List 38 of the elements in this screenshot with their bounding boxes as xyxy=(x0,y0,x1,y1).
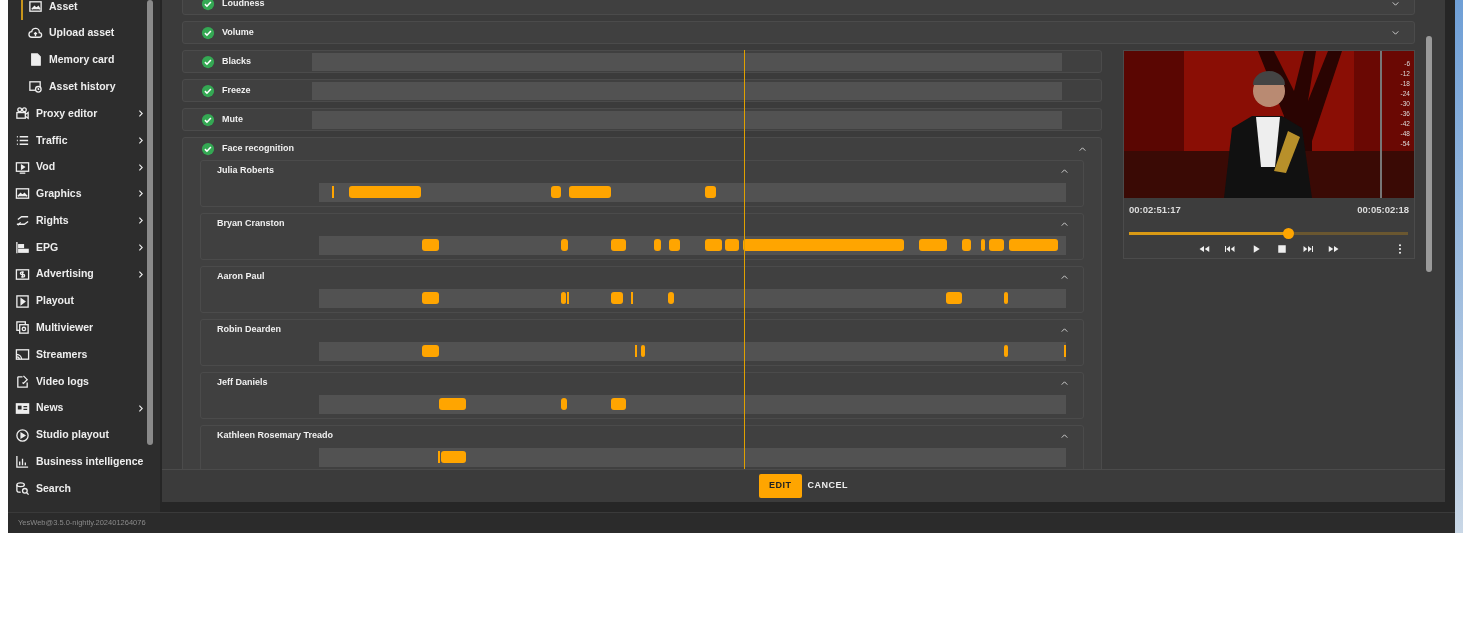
sidebar-item[interactable]: Rights xyxy=(8,207,145,235)
sidebar-item[interactable]: Asset history xyxy=(8,73,145,101)
sidebar-item[interactable]: Graphics xyxy=(8,180,145,208)
check-label: Loudness xyxy=(222,0,266,10)
sidebar-item[interactable]: EPG xyxy=(8,234,145,261)
section-header[interactable]: Face recognition xyxy=(183,138,1101,160)
sidebar-item[interactable]: Multiviewer xyxy=(8,314,145,342)
sidebar-item[interactable]: Traffic xyxy=(8,127,145,154)
check-row[interactable]: Volume xyxy=(182,21,1415,44)
current-time: 00:02:51:17 xyxy=(1129,203,1181,217)
face-name: Bryan Cranston xyxy=(217,217,285,231)
sidebar-item[interactable]: Asset xyxy=(21,0,145,20)
sidebar-item[interactable]: Streamers xyxy=(8,341,145,369)
face-name: Jeff Daniels xyxy=(217,376,268,390)
face-name: Kathleen Rosemary Treado xyxy=(217,429,334,443)
cancel-button[interactable]: CANCEL xyxy=(807,474,848,498)
sidebar-item[interactable]: Vod xyxy=(8,153,145,181)
sidebar-item[interactable]: Memory card xyxy=(8,46,145,74)
section-title: Face recognition xyxy=(222,142,294,156)
sidebar-item[interactable]: Proxy editor xyxy=(8,100,145,127)
check-row[interactable]: Loudness xyxy=(182,0,1415,15)
face-name: Robin Dearden xyxy=(217,323,281,337)
sidebar-item[interactable]: Search xyxy=(8,475,145,503)
duration-time: 00:05:02:18 xyxy=(1357,203,1409,217)
edit-button[interactable]: EDIT xyxy=(759,474,802,498)
face-name: Julia Roberts xyxy=(217,164,274,178)
check-label: Blacks xyxy=(222,54,253,68)
sidebar-item[interactable]: Upload asset xyxy=(8,19,145,47)
sidebar-item[interactable]: Video logs xyxy=(8,368,145,395)
check-label: Freeze xyxy=(222,83,252,97)
sidebar-item[interactable]: Advertising xyxy=(8,260,145,288)
sidebar-item[interactable]: Playout xyxy=(8,287,145,315)
check-label: Volume xyxy=(222,25,255,39)
face-name: Aaron Paul xyxy=(217,270,265,284)
sidebar-item[interactable]: Business intelligence xyxy=(8,448,145,476)
sidebar-item[interactable]: Studio playout xyxy=(8,421,145,449)
sidebar-item[interactable]: News xyxy=(8,394,145,422)
check-label: Mute xyxy=(222,112,244,126)
